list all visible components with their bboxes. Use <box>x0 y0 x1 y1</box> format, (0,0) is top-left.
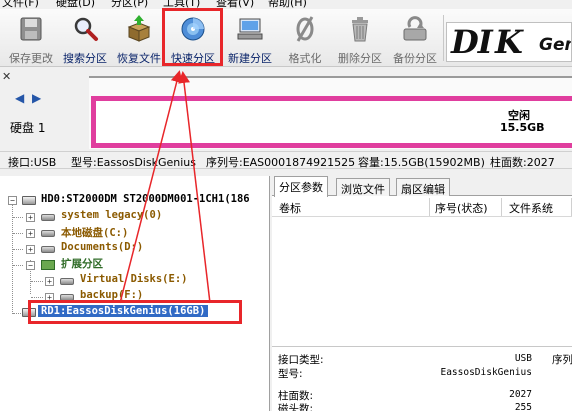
panel-divider <box>272 346 572 347</box>
hard-disk-icon <box>22 196 36 205</box>
expand-system-legacy-icon[interactable]: + <box>26 213 35 222</box>
backup-partition-button[interactable]: 备份分区 <box>387 13 443 65</box>
model-info: 型号:EassosDiskGenius <box>71 156 196 169</box>
extended-partition-icon <box>41 260 55 270</box>
menu-partition[interactable]: 分区(P) <box>111 0 148 9</box>
tab-sector-edit[interactable]: 扇区编辑 <box>396 178 450 196</box>
disk-label: 硬盘 1 <box>10 121 46 135</box>
next-disk-icon[interactable]: ▶ <box>32 91 41 105</box>
free-space-block[interactable]: 空闲 15.5GB <box>91 96 572 148</box>
serial-info: 序列号:EAS0001874921525 <box>206 156 356 169</box>
quick-partition-highlight-box <box>162 8 223 66</box>
expand-local-disk-icon[interactable]: + <box>26 229 35 238</box>
toolbar-separator <box>443 15 444 61</box>
cylinders-info: 柱面数:2027 <box>490 156 555 169</box>
tree-node-extended[interactable]: 扩展分区 <box>61 256 103 271</box>
menu-disk[interactable]: 硬盘(D) <box>56 0 95 9</box>
capacity-info: 容量:15.5GB(15902MB) <box>358 156 485 169</box>
menu-help[interactable]: 帮助(H) <box>268 0 307 9</box>
free-space-size: 15.5GB <box>500 121 545 134</box>
heads-value: 255 <box>514 402 532 411</box>
save-icon <box>20 17 42 41</box>
save-changes-button[interactable]: 保存更改 <box>3 13 59 65</box>
diskgenius-logo: DI K Gen <box>446 22 572 62</box>
tree-node-virtual-disks[interactable]: Virtual Disks(E:) <box>80 273 187 285</box>
tab-partition-params[interactable]: 分区参数 <box>274 176 328 197</box>
expand-hd0-icon[interactable]: − <box>8 196 17 205</box>
new-partition-icon <box>237 18 263 40</box>
disk-tree: − HD0:ST2000DM ST2000DM001-1CH1(186 + sy… <box>0 176 270 411</box>
trash-icon <box>352 17 368 42</box>
new-partition-button[interactable]: 新建分区 <box>222 13 278 65</box>
format-button[interactable]: 格式化 <box>277 13 333 65</box>
menu-bar: 文件(F) 硬盘(D) 分区(P) 工具(T) 查看(V) 帮助(H) <box>0 0 572 9</box>
details-panel: 分区参数 浏览文件 扇区编辑 卷标 序号(状态) 文件系统 接口类型: USB … <box>272 176 572 411</box>
partition-icon <box>60 278 74 285</box>
column-index-status[interactable]: 序号(状态) <box>430 198 502 216</box>
heads-label: 磁头数: <box>278 403 314 411</box>
backup-icon <box>403 16 427 41</box>
partition-icon <box>41 246 55 253</box>
previous-disk-icon[interactable]: ◀ <box>15 91 24 105</box>
recover-files-button[interactable]: 恢复文件 <box>111 13 167 65</box>
expand-virtual-disks-icon[interactable]: + <box>45 277 54 286</box>
partition-icon <box>41 214 55 221</box>
expand-documents-icon[interactable]: + <box>26 245 35 254</box>
tree-node-system-legacy[interactable]: system legacy(0) <box>61 209 162 221</box>
disk-map: 空闲 15.5GB <box>89 76 572 149</box>
search-partition-button[interactable]: 搜索分区 <box>57 13 113 65</box>
magnifier-icon <box>74 17 98 41</box>
tab-bar: 分区参数 浏览文件 扇区编辑 <box>272 176 572 197</box>
interface-type-label: 接口类型: <box>278 354 324 366</box>
interface-type-value: USB <box>514 353 532 364</box>
format-icon <box>296 16 314 42</box>
column-volume-label[interactable]: 卷标 <box>274 198 430 216</box>
recover-box-icon <box>127 15 151 42</box>
serial-label: 序列 <box>552 354 572 366</box>
model-value: EassosDiskGenius <box>440 367 532 378</box>
partition-table-body <box>272 218 572 346</box>
tree-node-documents[interactable]: Documents(D:) <box>61 241 143 253</box>
table-header: 卷标 序号(状态) 文件系统 <box>272 197 572 217</box>
menu-file[interactable]: 文件(F) <box>2 0 39 9</box>
tree-node-local-disk[interactable]: 本地磁盘(C:) <box>61 225 128 240</box>
rd1-highlight-box <box>28 300 242 324</box>
close-icon[interactable]: ✕ <box>2 70 11 83</box>
column-file-system[interactable]: 文件系统 <box>504 198 572 216</box>
disk-overview: ✕ ◀ ▶ 硬盘 1 空闲 15.5GB <box>0 67 572 149</box>
tree-node-hd0[interactable]: HD0:ST2000DM ST2000DM001-1CH1(186 <box>41 193 250 205</box>
interface-info: 接口:USB <box>8 156 57 169</box>
collapse-extended-icon[interactable]: − <box>26 261 35 270</box>
disk-info-bar: 接口:USB 型号:EassosDiskGenius 序列号:EAS000187… <box>0 151 572 169</box>
partition-icon <box>41 230 55 237</box>
model-label: 型号: <box>278 368 303 380</box>
cylinders-value: 2027 <box>509 389 532 400</box>
delete-partition-button[interactable]: 删除分区 <box>332 13 388 65</box>
tab-browse-files[interactable]: 浏览文件 <box>336 178 390 196</box>
